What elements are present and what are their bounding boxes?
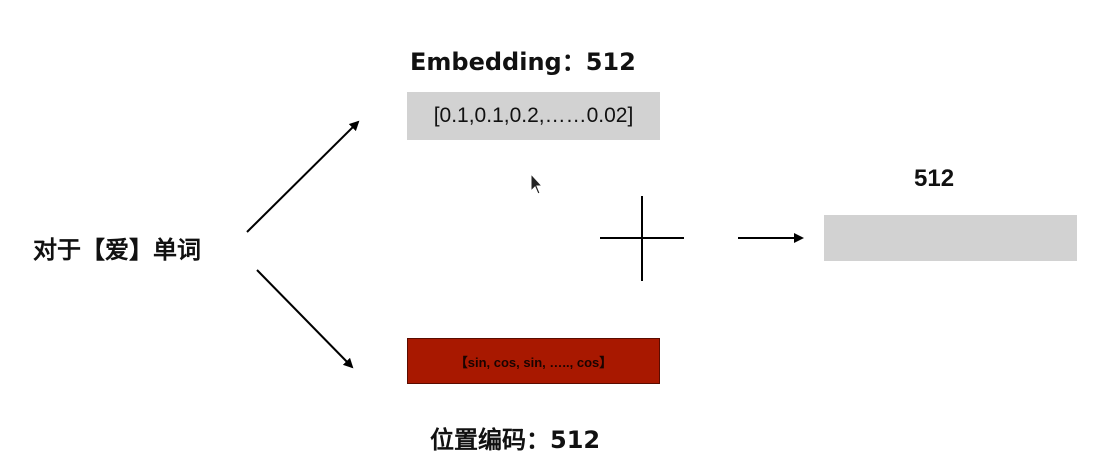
mouse-cursor-icon (530, 172, 544, 195)
arrow-to-embedding (246, 120, 360, 233)
plus-icon (600, 196, 684, 281)
arrow-to-positional-encoding (256, 269, 354, 369)
diagram-connectors (246, 120, 804, 369)
